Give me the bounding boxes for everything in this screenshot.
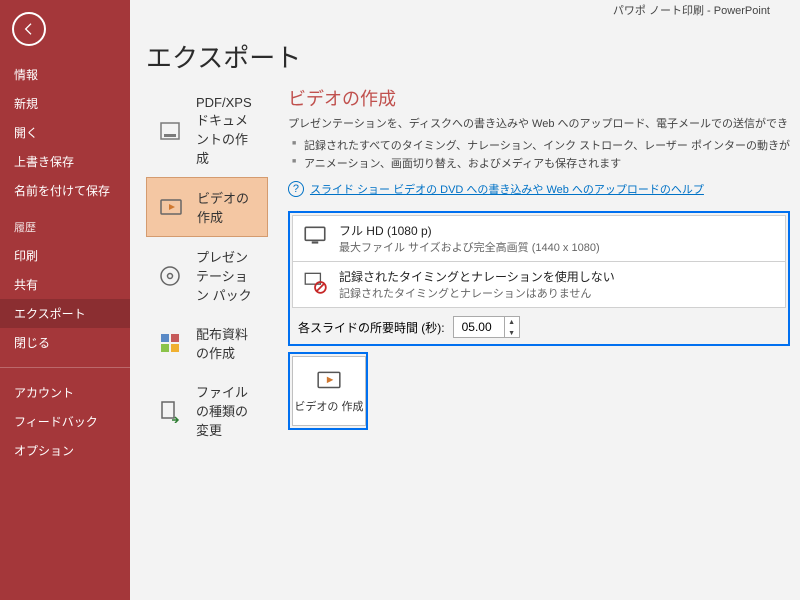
video-quality-title: フル HD (1080 p) — [339, 222, 600, 239]
nav-print[interactable]: 印刷 — [0, 241, 130, 270]
video-bullet-2: アニメーション、画面切り替え、およびメディアも保存されます — [288, 155, 790, 171]
video-settings-pane: ビデオの作成 プレゼンテーションを、ディスクへの書き込みや Web へのアップロ… — [268, 85, 800, 449]
nav-history-label: 履歴 — [0, 213, 130, 241]
export-package-cd[interactable]: プレゼンテーション パック — [146, 237, 268, 314]
nav-open[interactable]: 開く — [0, 118, 130, 147]
export-pdf-xps[interactable]: PDF/XPS ドキュメントの作成 — [146, 85, 268, 177]
export-create-video[interactable]: ビデオの作成 — [146, 177, 268, 237]
nav-saveas[interactable]: 名前を付けて保存 — [0, 176, 130, 205]
duration-label: 各スライドの所要時間 (秒): — [298, 319, 445, 336]
duration-spinner[interactable]: 05.00 ▲ ▼ — [453, 316, 520, 338]
sidebar: 情報 新規 開く 上書き保存 名前を付けて保存 履歴 印刷 共有 エクスポート … — [0, 0, 130, 600]
export-type-list: PDF/XPS ドキュメントの作成 ビデオの作成 プレゼンテーション パック 配… — [146, 85, 268, 449]
window-title: パワポ ノート印刷 - PowerPoint — [583, 0, 800, 20]
nav-divider — [0, 367, 130, 368]
video-help-link[interactable]: スライド ショー ビデオの DVD への書き込みや Web へのアップロードのヘ… — [310, 181, 704, 197]
video-section-title: ビデオの作成 — [288, 85, 790, 111]
export-change-filetype[interactable]: ファイルの種類の変更 — [146, 372, 268, 449]
back-button[interactable] — [12, 12, 46, 46]
export-pdf-xps-label: PDF/XPS ドキュメントの作成 — [196, 95, 256, 167]
create-video-icon — [314, 368, 344, 394]
video-help-link-row: ? スライド ショー ビデオの DVD への書き込みや Web へのアップロード… — [288, 181, 790, 197]
nav-share[interactable]: 共有 — [0, 270, 130, 299]
export-handouts-label: 配布資料の作成 — [196, 324, 256, 362]
nav-export[interactable]: エクスポート — [0, 299, 130, 328]
handout-icon — [158, 330, 182, 356]
duration-up-icon[interactable]: ▲ — [505, 317, 519, 328]
export-create-video-label: ビデオの作成 — [197, 188, 255, 226]
nav-new[interactable]: 新規 — [0, 89, 130, 118]
video-icon — [159, 194, 183, 220]
duration-value: 05.00 — [454, 317, 504, 337]
cd-icon — [158, 263, 182, 289]
video-quality-desc: 最大ファイル サイズおよび完全高画質 (1440 x 1080) — [339, 239, 600, 255]
duration-down-icon[interactable]: ▼ — [505, 328, 519, 339]
video-timing-selector[interactable]: 記録されたタイミングとナレーションを使用しない 記録されたタイミングとナレーショ… — [292, 262, 786, 308]
pdf-icon — [158, 118, 182, 144]
video-timing-desc: 記録されたタイミングとナレーションはありません — [339, 285, 615, 301]
create-video-highlight: ビデオの 作成 — [288, 352, 368, 430]
export-change-filetype-label: ファイルの種類の変更 — [196, 382, 256, 439]
no-narration-icon — [301, 268, 329, 296]
video-section-subtitle: プレゼンテーションを、ディスクへの書き込みや Web へのアップロード、電子メー… — [288, 115, 790, 131]
help-icon: ? — [288, 181, 304, 197]
filetype-icon — [158, 398, 182, 424]
nav-feedback[interactable]: フィードバック — [0, 407, 130, 436]
export-handouts[interactable]: 配布資料の作成 — [146, 314, 268, 372]
nav-close[interactable]: 閉じる — [0, 328, 130, 357]
nav-info[interactable]: 情報 — [0, 60, 130, 89]
video-timing-title: 記録されたタイミングとナレーションを使用しない — [339, 268, 615, 285]
video-bullet-1: 記録されたすべてのタイミング、ナレーション、インク ストローク、レーザー ポイン… — [288, 137, 790, 153]
nav-save[interactable]: 上書き保存 — [0, 147, 130, 176]
nav-options[interactable]: オプション — [0, 436, 130, 465]
arrow-left-icon — [21, 21, 37, 37]
export-package-cd-label: プレゼンテーション パック — [196, 247, 256, 304]
nav-account[interactable]: アカウント — [0, 378, 130, 407]
video-primary-settings-highlight: フル HD (1080 p) 最大ファイル サイズおよび完全高画質 (1440 … — [288, 211, 790, 346]
create-video-button-label: ビデオの 作成 — [294, 398, 363, 414]
monitor-icon — [301, 222, 329, 250]
video-quality-selector[interactable]: フル HD (1080 p) 最大ファイル サイズおよび完全高画質 (1440 … — [292, 215, 786, 262]
main-panel: パワポ ノート印刷 - PowerPoint エクスポート PDF/XPS ドキ… — [130, 0, 800, 600]
create-video-button[interactable]: ビデオの 作成 — [292, 356, 366, 426]
